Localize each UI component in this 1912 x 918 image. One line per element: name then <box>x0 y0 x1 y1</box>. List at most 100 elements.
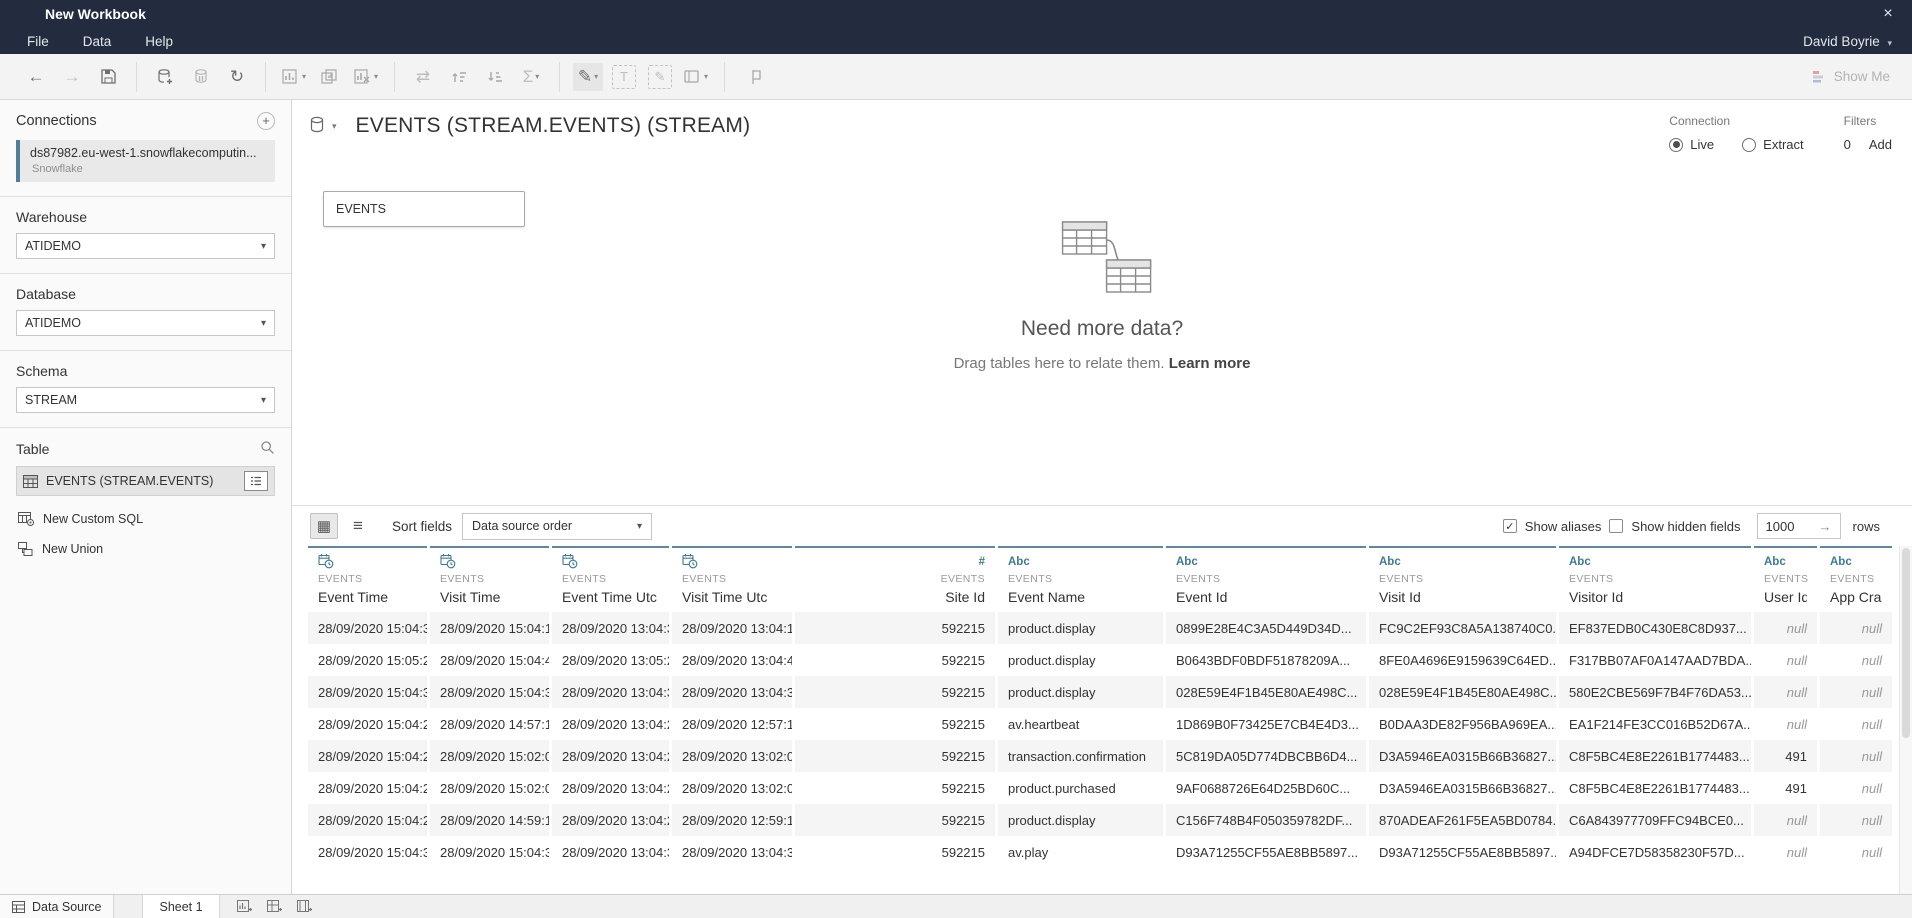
table-row: 28/09/2020 15:04:2428/09/2020 15:02:0628… <box>308 740 1912 772</box>
extract-radio[interactable]: Extract <box>1742 137 1803 152</box>
connection-name: ds87982.eu-west-1.snowflakecomputin... <box>30 146 267 160</box>
text-label-icon[interactable]: T <box>612 65 636 89</box>
title-bar: New Workbook × <box>0 0 1912 28</box>
column-header-visitor-id[interactable]: AbcEVENTSVisitor Id <box>1559 546 1751 612</box>
row-limit-input[interactable]: 1000 → <box>1757 513 1841 539</box>
show-aliases-checkbox[interactable]: ✓ <box>1503 519 1517 533</box>
new-data-source-icon[interactable] <box>150 63 180 91</box>
column-header-user-id[interactable]: AbcEVENTSUser Id <box>1754 546 1817 612</box>
sort-fields-label: Sort fields <box>392 519 452 534</box>
show-me-button[interactable]: Show Me <box>1812 69 1904 84</box>
table-preview-toggle[interactable] <box>244 471 268 491</box>
show-me-icon <box>1812 70 1827 83</box>
column-header-event-name[interactable]: AbcEVENTSEvent Name <box>998 546 1163 612</box>
need-more-data-heading: Need more data? <box>954 317 1251 341</box>
menu-help[interactable]: Help <box>132 31 186 52</box>
chevron-down-icon: ▾ <box>594 72 598 81</box>
chevron-down-icon[interactable]: ▾ <box>332 121 337 132</box>
search-icon[interactable] <box>260 440 275 458</box>
rows-label: rows <box>1853 519 1880 534</box>
duplicate-sheet-icon[interactable] <box>315 63 345 91</box>
list-icon <box>250 476 262 486</box>
add-connection-button[interactable]: + <box>257 112 275 130</box>
string-field-icon: Abc <box>1764 553 1807 570</box>
vertical-scrollbar[interactable] <box>1899 546 1912 894</box>
sheet1-tab[interactable]: Sheet 1 <box>142 895 219 918</box>
grid-view-button[interactable]: ▦ <box>310 513 338 539</box>
column-field-name: Visitor Id <box>1569 589 1741 605</box>
clear-sheet-icon[interactable]: ▾ <box>351 63 381 91</box>
undo-icon[interactable]: ← <box>21 63 51 91</box>
database-select[interactable]: ATIDEMO ▾ <box>16 310 275 336</box>
canvas-table-events[interactable]: EVENTS <box>323 191 525 227</box>
show-hidden-fields-checkbox[interactable] <box>1609 519 1623 533</box>
database-value: ATIDEMO <box>25 316 81 330</box>
table-cell: 5C819DA05D774DBCBB6D4... <box>1166 740 1366 772</box>
annotation-icon[interactable]: ✎ <box>648 65 672 89</box>
user-menu[interactable]: David Boyrie ▾ <box>1803 34 1898 49</box>
sort-fields-select[interactable]: Data source order ▾ <box>462 513 652 540</box>
column-header-visit-time-utc[interactable]: EVENTSVisit Time Utc <box>672 546 792 612</box>
table-cell: null <box>1820 612 1892 644</box>
format-borders-icon[interactable]: ▾ <box>681 63 711 91</box>
scrollbar-thumb[interactable] <box>1902 548 1910 738</box>
relate-tables-icon <box>1051 218 1153 296</box>
highlight-icon[interactable]: ✎ ▾ <box>573 63 603 91</box>
toolbar-presentation-group <box>725 62 781 92</box>
column-header-site-id[interactable]: #EVENTSSite Id <box>795 546 995 612</box>
table-cell: 28/09/2020 15:04:32 <box>430 836 549 868</box>
save-icon[interactable] <box>93 63 123 91</box>
live-radio[interactable]: Live <box>1669 137 1714 152</box>
learn-more-link[interactable]: Learn more <box>1169 355 1251 372</box>
data-source-icon[interactable] <box>310 116 327 136</box>
new-union[interactable]: New Union <box>16 542 275 556</box>
new-worksheet-icon[interactable]: ▾ <box>279 63 309 91</box>
run-update-icon[interactable]: ↻ <box>222 63 252 91</box>
metadata-view-button[interactable]: ≡ <box>344 513 372 539</box>
column-header-event-id[interactable]: AbcEVENTSEvent Id <box>1166 546 1366 612</box>
menu-data[interactable]: Data <box>70 31 125 52</box>
close-icon[interactable]: × <box>1874 5 1902 23</box>
data-grid: EVENTSEvent TimeEVENTSVisit TimeEVENTSEv… <box>292 546 1912 894</box>
number-field-icon: # <box>805 553 985 570</box>
column-header-app-crash[interactable]: AbcEVENTSApp Crash <box>1820 546 1892 612</box>
presentation-mode-icon[interactable] <box>738 63 768 91</box>
column-header-visit-time[interactable]: EVENTSVisit Time <box>430 546 549 612</box>
data-source-tab[interactable]: Data Source <box>0 895 114 918</box>
new-union-label: New Union <box>42 542 103 556</box>
apply-rows-icon[interactable]: → <box>1819 519 1832 534</box>
connection-item[interactable]: ds87982.eu-west-1.snowflakecomputin... S… <box>16 140 275 182</box>
swap-rows-columns-icon[interactable]: ⇄ <box>408 63 438 91</box>
table-cell: 592215 <box>795 612 995 644</box>
filters-add-link[interactable]: Add <box>1869 137 1892 152</box>
totals-icon[interactable]: Σ ▾ <box>516 63 546 91</box>
row-limit-value: 1000 <box>1766 519 1795 534</box>
new-custom-sql[interactable]: New Custom SQL <box>16 512 275 526</box>
sheet1-tab-label: Sheet 1 <box>159 900 202 914</box>
toolbar-analytics-group: ⇄ Σ ▾ <box>395 62 560 92</box>
table-cell: 28/09/2020 15:05:21 <box>308 644 427 676</box>
datasource-title[interactable]: EVENTS (STREAM.EVENTS) (STREAM) <box>356 114 751 138</box>
new-story-button[interactable] <box>290 895 320 918</box>
warehouse-select[interactable]: ATIDEMO ▾ <box>16 233 275 259</box>
column-header-event-time[interactable]: EVENTSEvent Time <box>308 546 427 612</box>
schema-select[interactable]: STREAM ▾ <box>16 387 275 413</box>
filters-group: Filters 0 Add <box>1844 114 1892 152</box>
table-cell: 592215 <box>795 644 995 676</box>
new-dashboard-button[interactable] <box>260 895 290 918</box>
column-table-name: EVENTS <box>318 573 417 585</box>
table-item-events[interactable]: EVENTS (STREAM.EVENTS) <box>16 466 275 496</box>
menu-file[interactable]: File <box>14 31 62 52</box>
sort-descending-icon[interactable] <box>480 63 510 91</box>
column-header-visit-id[interactable]: AbcEVENTSVisit Id <box>1369 546 1556 612</box>
pause-auto-updates-icon[interactable] <box>186 63 216 91</box>
column-header-event-time-utc[interactable]: EVENTSEvent Time Utc <box>552 546 669 612</box>
new-worksheet-button[interactable] <box>230 895 260 918</box>
sort-ascending-icon[interactable] <box>444 63 474 91</box>
menu-bar: File Data Help David Boyrie ▾ <box>0 28 1912 54</box>
table-cell: D3A5946EA0315B66B36827... <box>1369 740 1556 772</box>
table-cell: 9AF0688726E64D25BD60C... <box>1166 772 1366 804</box>
redo-icon[interactable]: → <box>57 63 87 91</box>
user-name: David Boyrie <box>1803 34 1880 49</box>
sort-fields-value: Data source order <box>472 519 572 533</box>
